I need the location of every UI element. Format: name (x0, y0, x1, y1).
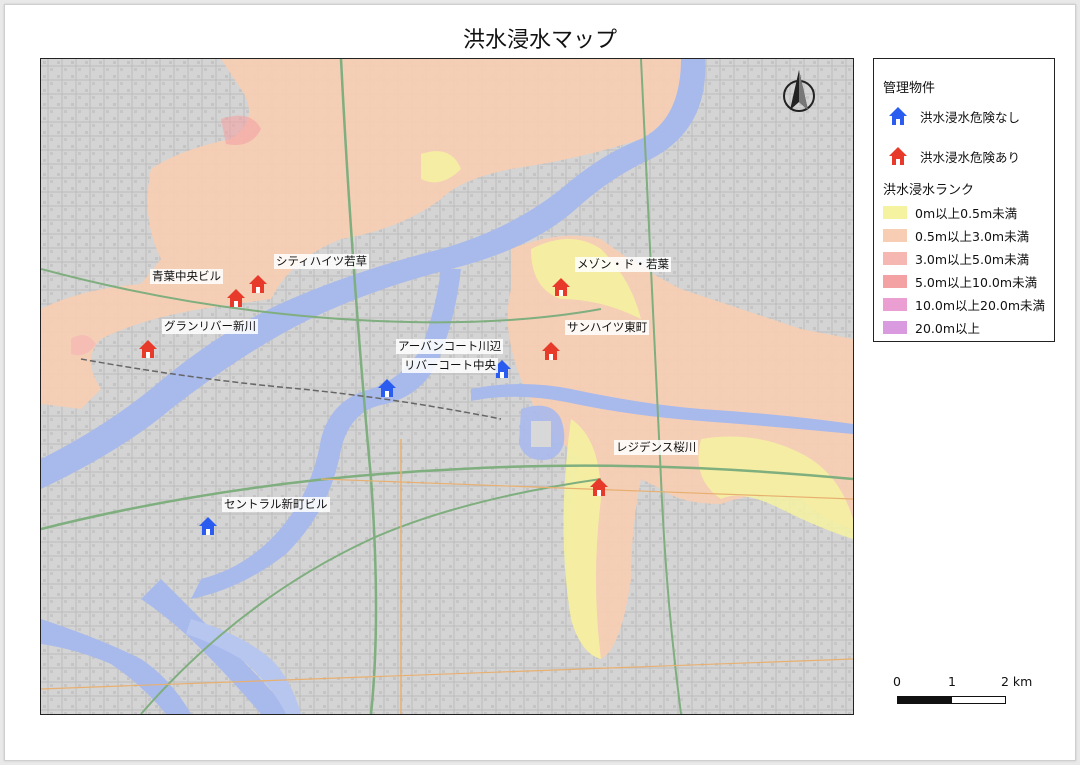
scale-segment-dark (897, 696, 952, 704)
legend-rank-label: 0.5m以上3.0m未満 (915, 228, 1030, 244)
map-canvas[interactable] (40, 58, 854, 715)
legend-rank-row: 20.0m以上 (883, 318, 980, 336)
property-marker-risk[interactable] (226, 288, 246, 308)
property-label: リバーコート中央 (402, 358, 498, 373)
property-label: レジデンス桜川 (614, 440, 699, 455)
legend-properties-heading: 管理物件 (883, 81, 936, 96)
house-risk-icon (249, 275, 267, 293)
property-label: シティハイツ若草 (274, 254, 370, 269)
house-risk-icon (889, 147, 907, 165)
property-label: アーバンコート川辺 (396, 339, 504, 354)
legend-risk-label: 洪水浸水危険あり (920, 149, 1021, 165)
north-arrow-icon (776, 66, 822, 116)
legend-rank-swatch (883, 205, 907, 219)
scale-tick: 2 km (1001, 674, 1033, 689)
legend-rank-label: 20.0m以上 (915, 320, 981, 336)
house-risk-icon (227, 289, 245, 307)
scale-tick: 1 (948, 674, 956, 689)
legend-rank-row: 0m以上0.5m未満 (883, 203, 1017, 221)
legend-rank-label: 5.0m以上10.0m未満 (915, 274, 1038, 290)
legend-rank-row: 0.5m以上3.0m未満 (883, 226, 1029, 244)
house-risk-icon (542, 342, 560, 360)
property-marker-safe[interactable] (377, 378, 397, 398)
legend-rank-row: 5.0m以上10.0m未満 (883, 272, 1037, 290)
map-legend: 管理物件 洪水浸水危険なし 洪水浸水危険あり 洪水浸水ランク 0m以上0.5m未… (873, 58, 1055, 342)
house-safe-icon (378, 379, 396, 397)
property-marker-safe[interactable] (198, 516, 218, 536)
legend-rank-swatch (883, 251, 907, 265)
property-label: セントラル新町ビル (222, 497, 330, 512)
scale-tick: 0 (893, 674, 901, 689)
property-label: メゾン・ド・若葉 (575, 257, 671, 272)
legend-rank-heading: 洪水浸水ランク (883, 183, 975, 198)
legend-rank-row: 10.0m以上20.0m未満 (883, 295, 1045, 313)
house-safe-icon (199, 517, 217, 535)
legend-rank-swatch (883, 274, 907, 288)
scale-segment-light (951, 696, 1006, 704)
legend-rank-swatch (883, 228, 907, 242)
property-marker-risk[interactable] (541, 341, 561, 361)
property-marker-risk[interactable] (138, 339, 158, 359)
legend-rank-label: 3.0m以上5.0m未満 (915, 251, 1030, 267)
legend-safe-row: 洪水浸水危険なし (888, 106, 1020, 126)
legend-rank-swatch (883, 297, 907, 311)
property-marker-risk[interactable] (589, 477, 609, 497)
legend-risk-row: 洪水浸水危険あり (888, 146, 1020, 166)
legend-rank-label: 0m以上0.5m未満 (915, 205, 1018, 221)
legend-rank-row: 3.0m以上5.0m未満 (883, 249, 1029, 267)
legend-rank-label: 10.0m以上20.0m未満 (915, 297, 1046, 313)
house-safe-icon (889, 107, 907, 125)
house-risk-icon (552, 278, 570, 296)
legend-safe-label: 洪水浸水危険なし (920, 109, 1021, 125)
property-marker-risk[interactable] (248, 274, 268, 294)
property-label: 青葉中央ビル (150, 269, 223, 284)
property-label: グランリバー新川 (162, 319, 258, 334)
base-map (41, 59, 853, 714)
scale-bar: 0 1 2 km (892, 674, 1042, 714)
property-label: サンハイツ東町 (565, 320, 650, 335)
map-title: 洪水浸水マップ (462, 28, 617, 53)
property-marker-risk[interactable] (551, 277, 571, 297)
legend-rank-swatch (883, 320, 907, 334)
house-risk-icon (590, 478, 608, 496)
house-risk-icon (139, 340, 157, 358)
